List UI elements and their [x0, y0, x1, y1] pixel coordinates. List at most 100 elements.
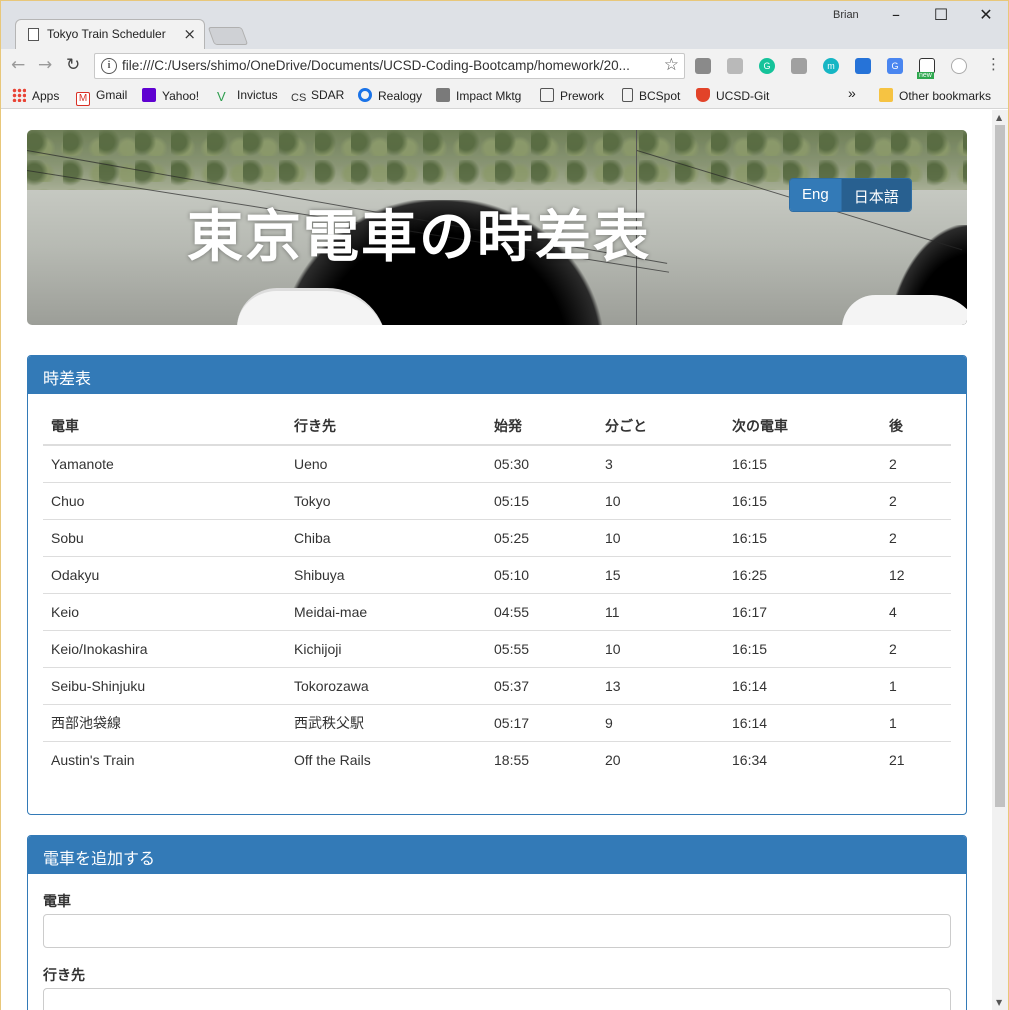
close-tab-icon[interactable]: × [183, 25, 196, 43]
bookmark-star-icon[interactable]: ☆ [664, 55, 679, 75]
cell-first-train: 05:25 [486, 518, 597, 556]
cell-next-train: 16:25 [724, 555, 881, 593]
extension-icon[interactable] [951, 58, 967, 74]
hero-banner: 東京電車の時差表 Eng 日本語 [27, 130, 967, 325]
reload-icon[interactable]: ↻ [66, 55, 80, 75]
gitlab-icon [696, 88, 710, 102]
extension-icon[interactable] [791, 58, 807, 74]
bookmark-sdar[interactable]: CS SDAR [291, 88, 344, 105]
extension-icon[interactable] [695, 58, 711, 74]
bookmark-apps[interactable]: Apps [12, 88, 59, 103]
add-train-heading: 電車を追加する [28, 836, 966, 874]
book-extension-icon[interactable] [855, 58, 871, 74]
extension-icon[interactable]: m [823, 58, 839, 74]
schedule-table: 電車 行き先 始発 分ごと 次の電車 後 Yamanote Ueno 05:30 3 1… [43, 411, 951, 778]
cell-destination: Shibuya [286, 555, 486, 593]
destination-label: 行き先 [43, 968, 85, 984]
cell-frequency: 10 [597, 481, 724, 519]
cell-minutes-away: 21 [881, 740, 951, 778]
pdf-extension-icon[interactable] [727, 58, 743, 74]
translate-icon[interactable]: G [887, 58, 903, 74]
cell-minutes-away: 1 [881, 666, 951, 704]
impact-icon [436, 88, 450, 102]
bookmark-realogy[interactable]: Realogy [358, 88, 422, 103]
close-window-icon[interactable]: ✕ [971, 5, 1001, 24]
column-header-train: 電車 [43, 411, 286, 446]
train-name-input[interactable] [43, 914, 951, 948]
cell-next-train: 16:17 [724, 592, 881, 630]
cell-first-train: 05:55 [486, 629, 597, 667]
cell-train: Chuo [43, 481, 286, 519]
back-icon[interactable]: ← [11, 55, 25, 75]
bookmark-yahoo[interactable]: Yahoo! [142, 88, 199, 103]
scroll-up-icon[interactable]: ▲ [996, 113, 1002, 122]
cell-frequency: 10 [597, 518, 724, 556]
bookmarks-overflow-icon[interactable]: » [848, 85, 856, 101]
table-row: Chuo Tokyo 05:15 10 16:15 2 [43, 481, 951, 519]
browser-titlebar: Tokyo Train Scheduler × Brian – ☐ ✕ [1, 1, 1008, 49]
scrollbar-thumb[interactable] [995, 125, 1005, 807]
minimize-icon[interactable]: – [881, 5, 911, 24]
info-icon[interactable]: i [101, 58, 117, 74]
bookmarks-bar: Apps M Gmail Yahoo! V Invictus CS SDAR Real… [1, 83, 1008, 109]
scroll-down-icon[interactable]: ▼ [996, 998, 1002, 1007]
destination-input[interactable] [43, 988, 951, 1010]
grammarly-icon[interactable]: G [759, 58, 775, 74]
bookmark-other[interactable]: Other bookmarks [879, 88, 991, 103]
invictus-icon: V [217, 89, 226, 104]
schedule-rows: Yamanote Ueno 05:30 3 16:15 2 Chuo Tokyo 05:15 10… [43, 445, 951, 778]
cell-minutes-away: 1 [881, 703, 951, 741]
new-tab-button[interactable] [207, 27, 249, 45]
table-row: 西部池袋線 西武秩父駅 05:17 9 16:14 1 [43, 703, 951, 741]
japanese-button[interactable]: 日本語 [840, 179, 911, 211]
cell-destination: Chiba [286, 518, 486, 556]
bookmark-gmail[interactable]: M Gmail [76, 88, 127, 106]
column-header-first-train: 始発 [486, 411, 597, 446]
cell-destination: Off the Rails [286, 740, 486, 778]
menu-kebab-icon[interactable]: ⋮ [986, 55, 1001, 73]
page-title: 東京電車の時差表 [187, 204, 651, 270]
cell-destination: Ueno [294, 455, 328, 472]
english-button[interactable]: Eng [790, 179, 841, 211]
cell-first-train: 05:10 [486, 555, 597, 593]
apps-grid-icon [12, 88, 26, 102]
cell-frequency: 20 [597, 740, 724, 778]
cell-frequency: 13 [597, 666, 724, 704]
bookmark-bcspot[interactable]: BCSpot [622, 88, 680, 103]
bookmark-invictus[interactable]: V Invictus [217, 88, 278, 104]
cell-train: Seibu-Shinjuku [43, 666, 286, 704]
cell-train: Yamanote [51, 455, 114, 472]
cell-next-train: 16:15 [724, 629, 881, 667]
cell-next-train: 16:34 [724, 740, 881, 778]
schedule-panel: 時差表 電車 行き先 始発 分ごと 次の電車 後 Yamanote Ueno 05:… [27, 355, 967, 815]
cell-minutes-away: 12 [881, 555, 951, 593]
table-row: Keio/Inokashira Kichijoji 05:55 10 16:15 2 [43, 629, 951, 667]
table-row: Keio Meidai-mae 04:55 11 16:17 4 [43, 592, 951, 630]
cell-next-train: 16:14 [724, 666, 881, 704]
column-header-destination: 行き先 [286, 411, 486, 446]
page-scrollbar[interactable]: ▲ ▼ [992, 110, 1008, 1010]
cell-destination: Meidai-mae [286, 592, 486, 630]
cell-train: Austin's Train [43, 740, 286, 778]
yahoo-icon [142, 88, 156, 102]
cell-minutes-away: 2 [889, 455, 897, 472]
cell-frequency: 9 [597, 703, 724, 741]
book-icon [540, 88, 554, 102]
column-header-frequency: 分ごと [597, 411, 724, 446]
column-header-next-train: 次の電車 [724, 411, 881, 446]
address-bar[interactable]: i file:///C:/Users/shimo/OneDrive/Docume… [94, 53, 685, 79]
page-icon [622, 88, 633, 102]
cell-frequency: 15 [597, 555, 724, 593]
cell-train: Odakyu [43, 555, 286, 593]
forward-icon[interactable]: → [38, 55, 52, 75]
maximize-icon[interactable]: ☐ [926, 5, 956, 24]
profile-name[interactable]: Brian [833, 9, 859, 21]
bookmark-impact-mktg[interactable]: Impact Mktg [436, 88, 521, 103]
bookmark-ucsd-git[interactable]: UCSD-Git [696, 88, 769, 103]
browser-tab[interactable]: Tokyo Train Scheduler × [15, 19, 205, 49]
language-toggle: Eng 日本語 [789, 178, 912, 212]
cell-train: Keio [43, 592, 286, 630]
tab-title: Tokyo Train Scheduler [47, 27, 166, 41]
cell-frequency: 11 [597, 592, 724, 630]
bookmark-prework[interactable]: Prework [540, 88, 604, 103]
